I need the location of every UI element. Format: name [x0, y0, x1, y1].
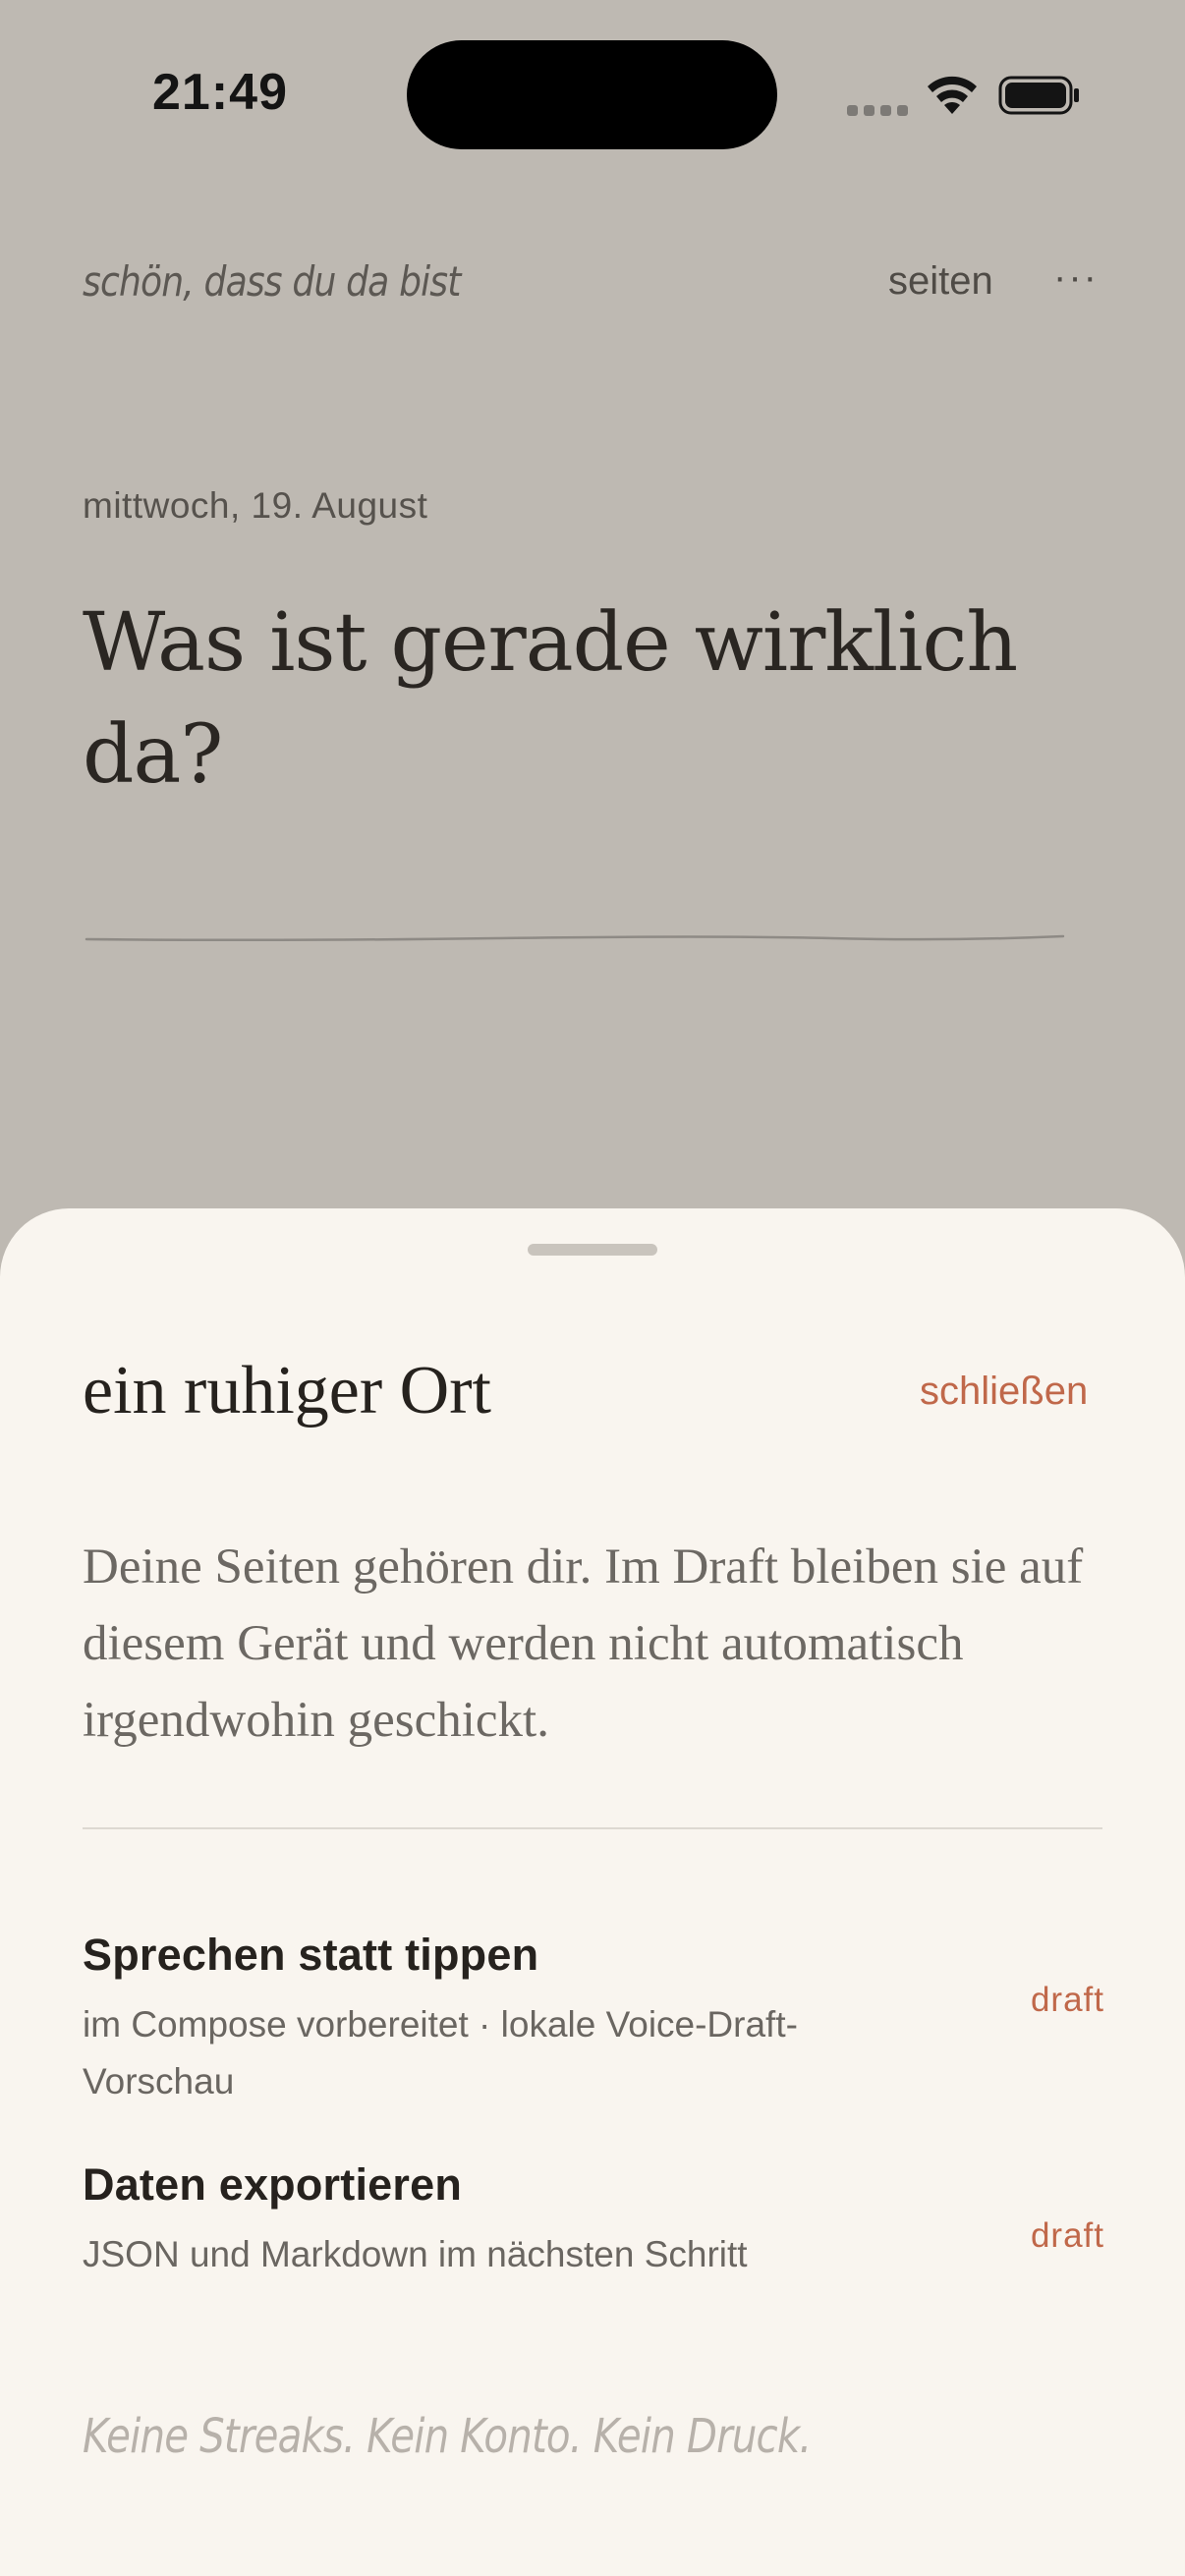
feature-item-export: Daten exportieren JSON und Markdown im n… — [83, 2159, 1104, 2283]
feature-title: Sprechen statt tippen — [83, 1930, 539, 1980]
divider — [83, 1827, 1102, 1829]
feature-description: im Compose vorbereitet · lokale Voice-Dr… — [83, 2004, 798, 2101]
feature-description: JSON und Markdown im nächsten Schritt — [83, 2234, 748, 2274]
battery-icon — [998, 76, 1079, 115]
wifi-icon — [928, 76, 977, 114]
footer-note: Keine Streaks. Kein Konto. Kein Druck. — [83, 2409, 812, 2464]
writing-line[interactable] — [85, 931, 1067, 945]
pages-link[interactable]: seiten — [888, 259, 993, 304]
entry-date: mittwoch, 19. August — [83, 485, 428, 526]
feature-item-voice: Sprechen statt tippen im Compose vorbere… — [83, 1930, 1104, 2110]
status-time: 21:49 — [152, 64, 288, 121]
more-icon[interactable]: ··· — [1053, 255, 1099, 300]
info-sheet: ein ruhiger Ort schließen Deine Seiten g… — [0, 1208, 1185, 2576]
app-header: schön, dass du da bist seiten ··· — [0, 246, 1185, 324]
greeting-text: schön, dass du da bist — [83, 257, 461, 306]
prompt-heading: Was ist gerade wirklich da? — [83, 596, 1018, 802]
status-badge: draft — [1030, 2216, 1104, 2255]
feature-title: Daten exportieren — [83, 2159, 463, 2210]
cellular-signal-icon — [847, 101, 910, 119]
status-bar: 21:49 — [0, 0, 1185, 187]
status-badge: draft — [1030, 1981, 1104, 2019]
sheet-grabber[interactable] — [528, 1244, 657, 1256]
sheet-title: ein ruhiger Ort — [83, 1353, 491, 1428]
dynamic-island — [407, 40, 777, 149]
close-button[interactable]: schließen — [920, 1370, 1088, 1414]
sheet-description: Deine Seiten gehören dir. Im Draft bleib… — [83, 1540, 1084, 1748]
